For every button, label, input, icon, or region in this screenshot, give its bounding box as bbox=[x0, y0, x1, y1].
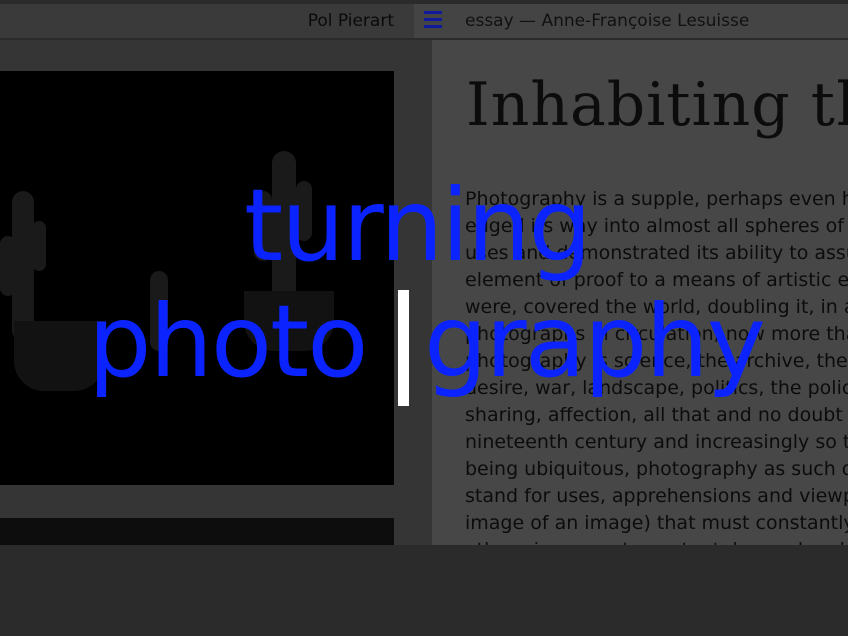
essay-label[interactable]: essay — Anne-Françoise Lesuisse bbox=[465, 11, 749, 31]
hamburger-menu-icon[interactable] bbox=[424, 11, 442, 29]
essay-line: sharing, affection, all that and no doub… bbox=[465, 404, 848, 426]
logo-word-photo: photo bbox=[88, 283, 368, 400]
essay-line: other pieces, as to content, beyond and bbox=[465, 537, 848, 545]
essay-line: being ubiquitous, photography as such do bbox=[465, 458, 848, 480]
essay-line: nineteenth century and increasingly so t… bbox=[465, 431, 848, 453]
logo-word-graphy: graphy bbox=[424, 283, 766, 400]
author-name[interactable]: Pol Pierart bbox=[308, 11, 394, 31]
essay-line: stand for uses, apprehensions and viewpo bbox=[465, 485, 848, 507]
top-bar-left: Pol Pierart bbox=[0, 4, 414, 38]
logo-divider-bar bbox=[398, 290, 409, 406]
second-photo bbox=[0, 518, 394, 545]
top-bar: Pol Pierart essay — Anne-Françoise Lesui… bbox=[0, 0, 848, 40]
logo-word-turning: turning bbox=[244, 167, 592, 284]
top-bar-right: essay — Anne-Françoise Lesuisse bbox=[414, 4, 848, 38]
essay-title: Inhabiting the bbox=[466, 70, 848, 140]
bottom-area bbox=[0, 545, 848, 636]
essay-line: image of an image) that must constantly … bbox=[465, 512, 848, 534]
